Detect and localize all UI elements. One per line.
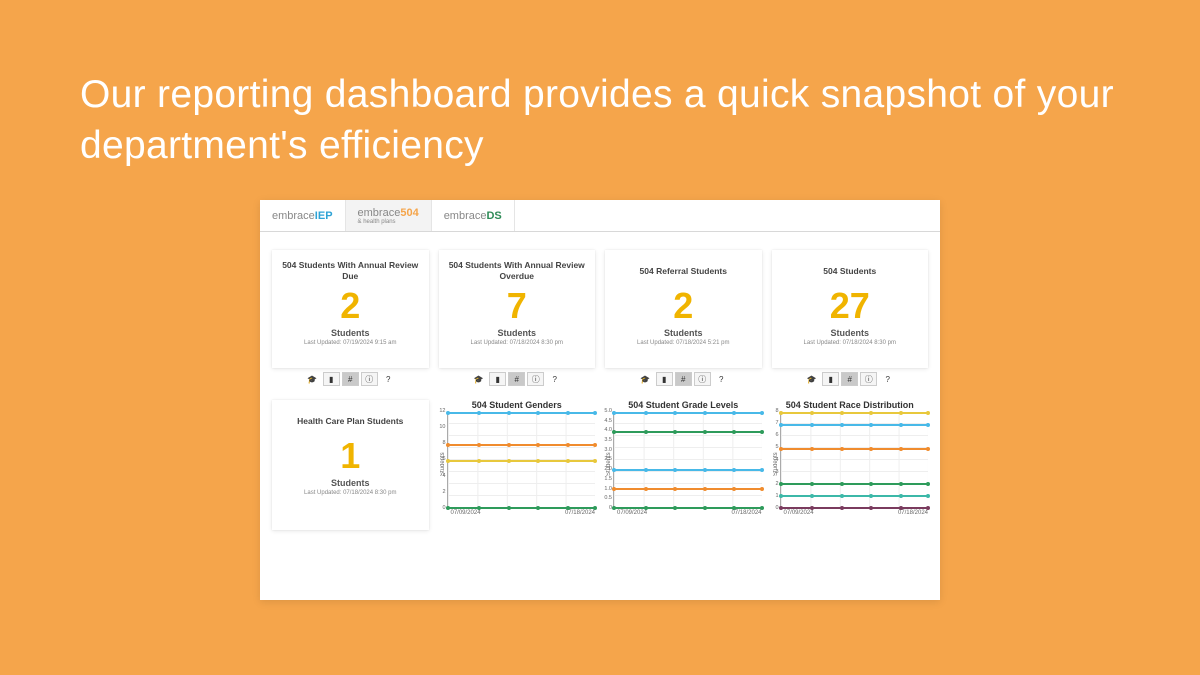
help-icon[interactable]: ? xyxy=(713,372,730,386)
info-icon[interactable]: ⓘ xyxy=(527,372,544,386)
stat-updated: Last Updated: 07/18/2024 5:21 pm xyxy=(611,340,756,346)
bottom-row: Health Care Plan Students 1 Students Las… xyxy=(272,400,928,530)
stat-title: 504 Students With Annual Review Due xyxy=(278,260,423,282)
stat-label: Students xyxy=(611,328,756,338)
chart-yticks: 876543210 xyxy=(763,408,779,511)
stat-card[interactable]: 504 Students 27 Students Last Updated: 0… xyxy=(772,250,929,368)
stat-updated: Last Updated: 07/19/2024 9:15 am xyxy=(278,340,423,346)
tab-embrace-ds[interactable]: embraceDS xyxy=(432,200,515,231)
chart-xaxis: 07/09/2024 07/18/2024 xyxy=(613,510,762,516)
stat-updated: Last Updated: 07/18/2024 8:30 pm xyxy=(278,490,423,496)
chart-plot: 5.04.54.03.53.02.52.01.51.00.50 xyxy=(613,412,762,508)
brand-subtitle: & health plans xyxy=(358,219,419,225)
slide-headline: Our reporting dashboard provides a quick… xyxy=(80,70,1120,171)
x-start: 07/09/2024 xyxy=(617,510,647,516)
chart-title: 504 Student Race Distribution xyxy=(772,400,929,410)
stat-value: 2 xyxy=(278,286,423,326)
x-end: 07/18/2024 xyxy=(731,510,761,516)
brand-suffix: 504 xyxy=(400,207,418,219)
stat-value: 1 xyxy=(278,436,423,476)
card-toolbar: 🎓 ▮ # ⓘ ? xyxy=(772,372,929,386)
hash-icon[interactable]: # xyxy=(841,372,858,386)
x-end: 07/18/2024 xyxy=(898,510,928,516)
stat-title: 504 Referral Students xyxy=(611,260,756,282)
stat-label: Students xyxy=(278,478,423,488)
healthcare-card-wrap: Health Care Plan Students 1 Students Las… xyxy=(272,400,429,530)
x-start: 07/09/2024 xyxy=(451,510,481,516)
info-icon[interactable]: ⓘ xyxy=(694,372,711,386)
stat-title: 504 Students With Annual Review Overdue xyxy=(445,260,590,282)
stat-title: 504 Students xyxy=(778,260,923,282)
stat-label: Students xyxy=(778,328,923,338)
grad-cap-icon[interactable]: 🎓 xyxy=(470,372,487,386)
stat-card[interactable]: 504 Students With Annual Review Due 2 St… xyxy=(272,250,429,368)
help-icon[interactable]: ? xyxy=(546,372,563,386)
chart-yticks: 121086420 xyxy=(430,408,446,511)
x-start: 07/09/2024 xyxy=(784,510,814,516)
stat-label: Students xyxy=(278,328,423,338)
hash-icon[interactable]: # xyxy=(342,372,359,386)
card-toolbar: 🎓 ▮ # ⓘ ? xyxy=(439,372,596,386)
bar-chart-icon[interactable]: ▮ xyxy=(323,372,340,386)
stat-value: 2 xyxy=(611,286,756,326)
chart-title: 504 Student Grade Levels xyxy=(605,400,762,410)
stat-value: 27 xyxy=(778,286,923,326)
brand-prefix: embrace xyxy=(444,210,487,222)
help-icon[interactable]: ? xyxy=(879,372,896,386)
stat-card-row: 504 Students With Annual Review Due 2 St… xyxy=(272,250,928,368)
brand-suffix: IEP xyxy=(315,210,333,222)
brand-prefix: embrace xyxy=(358,207,401,219)
chart-race-distribution: 504 Student Race Distribution Students 8… xyxy=(772,400,929,530)
product-tabs: embraceIEP embrace504 & health plans emb… xyxy=(260,200,940,232)
chart-xaxis: 07/09/2024 07/18/2024 xyxy=(780,510,929,516)
hash-icon[interactable]: # xyxy=(675,372,692,386)
x-end: 07/18/2024 xyxy=(565,510,595,516)
dashboard-content: 504 Students With Annual Review Due 2 St… xyxy=(260,232,940,538)
bar-chart-icon[interactable]: ▮ xyxy=(822,372,839,386)
bar-chart-icon[interactable]: ▮ xyxy=(489,372,506,386)
stat-updated: Last Updated: 07/18/2024 8:30 pm xyxy=(778,340,923,346)
hash-icon[interactable]: # xyxy=(508,372,525,386)
chart-xaxis: 07/09/2024 07/18/2024 xyxy=(447,510,596,516)
stat-card[interactable]: 504 Students With Annual Review Overdue … xyxy=(439,250,596,368)
stat-updated: Last Updated: 07/18/2024 8:30 pm xyxy=(445,340,590,346)
brand-prefix: embrace xyxy=(272,210,315,222)
chart-grade-levels: 504 Student Grade Levels Students 5.04.5… xyxy=(605,400,762,530)
stat-card[interactable]: Health Care Plan Students 1 Students Las… xyxy=(272,400,429,530)
chart-title: 504 Student Genders xyxy=(439,400,596,410)
stat-label: Students xyxy=(445,328,590,338)
info-icon[interactable]: ⓘ xyxy=(361,372,378,386)
tab-embrace-504[interactable]: embrace504 & health plans xyxy=(346,200,432,231)
dashboard-screenshot: embraceIEP embrace504 & health plans emb… xyxy=(260,200,940,600)
stat-card[interactable]: 504 Referral Students 2 Students Last Up… xyxy=(605,250,762,368)
tab-embrace-iep[interactable]: embraceIEP xyxy=(260,200,346,231)
help-icon[interactable]: ? xyxy=(380,372,397,386)
chart-plot: 876543210 xyxy=(780,412,929,508)
grad-cap-icon[interactable]: 🎓 xyxy=(803,372,820,386)
grad-cap-icon[interactable]: 🎓 xyxy=(637,372,654,386)
chart-plot: 121086420 xyxy=(447,412,596,508)
grad-cap-icon[interactable]: 🎓 xyxy=(304,372,321,386)
brand-suffix: DS xyxy=(486,210,501,222)
card-toolbar: 🎓 ▮ # ⓘ ? xyxy=(272,372,429,386)
stat-value: 7 xyxy=(445,286,590,326)
card-toolbar: 🎓 ▮ # ⓘ ? xyxy=(605,372,762,386)
info-icon[interactable]: ⓘ xyxy=(860,372,877,386)
card-toolbar-row: 🎓 ▮ # ⓘ ? 🎓 ▮ # ⓘ ? 🎓 ▮ # ⓘ ? 🎓 xyxy=(272,372,928,386)
chart-yticks: 5.04.54.03.53.02.52.01.51.00.50 xyxy=(596,408,612,511)
bar-chart-icon[interactable]: ▮ xyxy=(656,372,673,386)
chart-genders: 504 Student Genders Students 121086420 0… xyxy=(439,400,596,530)
stat-title: Health Care Plan Students xyxy=(278,410,423,432)
